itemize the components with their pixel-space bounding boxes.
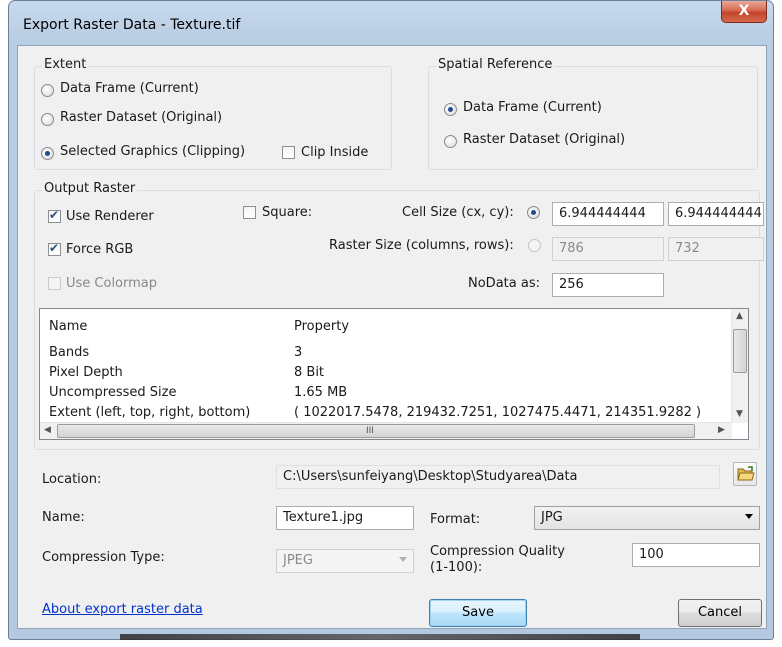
- property-name: Extent (left, top, right, bottom): [49, 405, 251, 420]
- name-input[interactable]: Texture1.jpg: [276, 506, 414, 530]
- title-bar[interactable]: Export Raster Data - Texture.tif X: [9, 1, 773, 41]
- output-raster-group-label: Output Raster: [42, 181, 138, 196]
- vertical-scrollbar[interactable]: ▲ ▼: [731, 309, 748, 423]
- clip-inside-label[interactable]: Clip Inside: [301, 145, 368, 160]
- spatial-ref-data-frame-radio[interactable]: [444, 103, 457, 116]
- about-export-help-link[interactable]: About export raster data: [42, 602, 203, 617]
- open-folder-icon: [737, 466, 755, 481]
- properties-row[interactable]: Uncompressed Size 1.65 MB: [40, 383, 730, 403]
- cell-size-label: Cell Size (cx, cy):: [402, 205, 514, 220]
- dialog-title: Export Raster Data - Texture.tif: [23, 17, 241, 33]
- extent-selected-graphics-radio[interactable]: [41, 147, 54, 160]
- raster-size-label: Raster Size (columns, rows):: [329, 238, 514, 253]
- compression-type-dropdown[interactable]: JPEG: [276, 549, 414, 573]
- square-label[interactable]: Square:: [262, 205, 312, 220]
- property-name: Uncompressed Size: [49, 385, 177, 400]
- nodata-input[interactable]: 256: [552, 273, 664, 297]
- spatial-reference-group: [428, 66, 758, 170]
- format-label: Format:: [430, 512, 481, 527]
- scroll-up-arrow-icon[interactable]: ▲: [736, 311, 743, 321]
- cell-size-cx-input[interactable]: 6.944444444: [552, 202, 664, 226]
- cell-size-cy-input[interactable]: 6.944444444: [668, 202, 764, 226]
- use-colormap-checkbox[interactable]: [48, 277, 61, 290]
- property-name: Bands: [49, 345, 90, 360]
- property-value: 8 Bit: [294, 365, 325, 380]
- extent-group-label: Extent: [42, 57, 89, 72]
- compression-quality-input[interactable]: 100: [632, 543, 760, 567]
- cancel-button[interactable]: Cancel: [678, 599, 762, 627]
- scroll-right-arrow-icon[interactable]: ▶: [718, 425, 725, 435]
- export-raster-dialog: Export Raster Data - Texture.tif X Exten…: [8, 0, 774, 640]
- property-value: ( 1022017.5478, 219432.7251, 1027475.447…: [294, 405, 702, 420]
- properties-row[interactable]: Extent (left, top, right, bottom) ( 1022…: [40, 403, 730, 423]
- use-colormap-label: Use Colormap: [66, 276, 158, 291]
- property-name: Pixel Depth: [49, 365, 123, 380]
- browse-location-button[interactable]: [733, 462, 757, 486]
- save-button[interactable]: Save: [429, 599, 527, 627]
- name-label: Name:: [42, 510, 85, 525]
- vertical-scroll-thumb[interactable]: [733, 329, 747, 373]
- raster-properties-list[interactable]: Name Property Bands 3 Pixel Depth 8 Bit …: [39, 308, 749, 440]
- property-column-header[interactable]: Property: [294, 319, 349, 334]
- location-label: Location:: [42, 472, 102, 487]
- close-button[interactable]: X: [721, 1, 767, 23]
- compression-quality-range-label: (1-100):: [430, 560, 483, 575]
- extent-data-frame-radio[interactable]: [41, 84, 54, 97]
- dialog-client-area: Extent Data Frame (Current) Raster Datas…: [17, 45, 767, 629]
- name-column-header[interactable]: Name: [49, 319, 87, 334]
- spatial-ref-raster-dataset-radio[interactable]: [444, 135, 457, 148]
- force-rgb-checkbox[interactable]: [48, 241, 61, 256]
- compression-quality-label: Compression Quality: [430, 544, 565, 559]
- force-rgb-label[interactable]: Force RGB: [66, 242, 133, 257]
- cell-size-radio[interactable]: [527, 206, 540, 219]
- scroll-grip-icon: III: [366, 426, 374, 436]
- chevron-down-icon: [399, 557, 407, 562]
- location-field[interactable]: C:\Users\sunfeiyang\Desktop\Studyarea\Da…: [276, 465, 720, 489]
- clip-inside-checkbox[interactable]: [282, 146, 295, 159]
- format-selected-value: JPG: [541, 510, 563, 525]
- scroll-left-arrow-icon[interactable]: ◀: [44, 425, 51, 435]
- format-dropdown[interactable]: JPG: [534, 506, 760, 530]
- properties-header: Name Property: [40, 317, 730, 337]
- spatial-reference-group-label: Spatial Reference: [436, 57, 555, 72]
- property-value: 1.65 MB: [294, 385, 348, 400]
- property-value: 3: [294, 345, 303, 360]
- raster-size-rows-input[interactable]: 732: [668, 237, 764, 261]
- spatial-ref-raster-dataset-label[interactable]: Raster Dataset (Original): [463, 132, 625, 147]
- horizontal-scrollbar[interactable]: ◀ III ▶: [40, 422, 732, 439]
- raster-size-radio[interactable]: [528, 239, 541, 252]
- horizontal-scroll-thumb[interactable]: III: [57, 424, 695, 438]
- nodata-label: NoData as:: [468, 276, 540, 291]
- use-renderer-label[interactable]: Use Renderer: [66, 209, 154, 224]
- square-checkbox[interactable]: [243, 206, 256, 219]
- compression-type-label: Compression Type:: [42, 550, 165, 565]
- window-bottom-shadow: [120, 634, 640, 640]
- use-renderer-checkbox[interactable]: [48, 208, 61, 223]
- chevron-down-icon: [745, 514, 753, 519]
- extent-selected-graphics-label[interactable]: Selected Graphics (Clipping): [60, 144, 245, 159]
- raster-size-columns-input[interactable]: 786: [552, 237, 664, 261]
- properties-row[interactable]: Bands 3: [40, 343, 730, 363]
- scroll-down-arrow-icon[interactable]: ▼: [736, 409, 743, 419]
- extent-data-frame-label[interactable]: Data Frame (Current): [60, 81, 199, 96]
- extent-raster-dataset-label[interactable]: Raster Dataset (Original): [60, 110, 222, 125]
- spatial-ref-data-frame-label[interactable]: Data Frame (Current): [463, 100, 602, 115]
- properties-row[interactable]: Pixel Depth 8 Bit: [40, 363, 730, 383]
- compression-type-value: JPEG: [283, 553, 313, 568]
- extent-raster-dataset-radio[interactable]: [41, 113, 54, 126]
